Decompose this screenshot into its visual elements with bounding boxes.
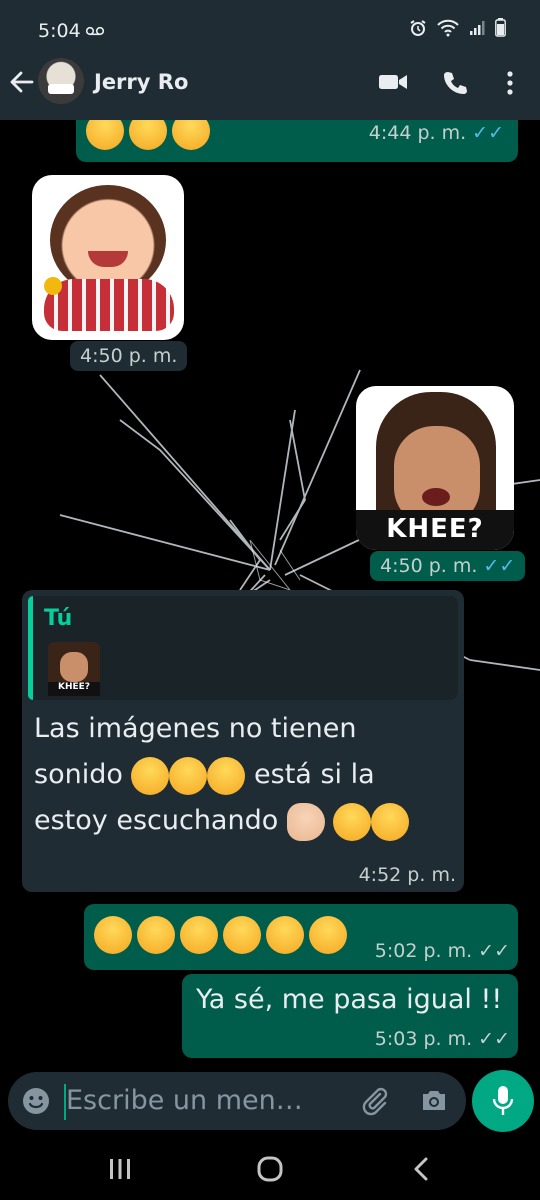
signal-icon [469,20,485,40]
status-time: 5:04 [38,20,81,42]
message-text-segment: está si la [254,759,375,790]
message-composer[interactable]: Escribe un men… [8,1072,466,1130]
sticker-caption: KHEE? [386,514,484,544]
message-time: 5:02 p. m. [374,940,473,962]
mic-button[interactable] [472,1070,534,1132]
rolling-on-floor-laughing-icon [371,802,410,841]
system-navbar [0,1138,540,1200]
message-text-line: Las imágenes no tienen [34,713,357,744]
rolling-on-floor-laughing-icon [266,916,305,954]
quoted-sticker-thumbnail: KHEE? [48,642,100,696]
alarm-icon [409,19,427,41]
kissing-face-with-heart-icon [86,120,124,150]
delivered-ticks-icon: ✓✓ [478,940,510,962]
quoted-sticker-caption: KHEE? [57,682,91,692]
read-ticks-icon: ✓✓ [472,122,504,144]
message-bubble-outgoing[interactable]: 4:44 p. m. ✓✓ [76,120,518,162]
kissing-face-with-heart-icon [172,120,211,150]
read-ticks-icon: ✓✓ [483,555,516,577]
message-meta: 4:50 p. m. ✓✓ [370,551,526,581]
rolling-on-floor-laughing-icon [309,916,348,954]
rolling-on-floor-laughing-icon [333,802,372,841]
emoji-row [86,120,211,150]
chat-header: Jerry Ro [0,48,540,120]
home-icon[interactable] [257,1156,283,1186]
quoted-author: Tú [44,606,73,631]
emoji-icon[interactable] [22,1087,50,1119]
message-text-line: estoy escuchando [34,798,410,844]
face-with-tears-of-joy-icon [131,756,170,795]
message-time: 5:03 p. m. [374,1028,473,1050]
sticker-girl[interactable] [32,175,184,340]
mic-icon [491,1085,515,1121]
message-input[interactable]: Escribe un men… [66,1085,303,1116]
camera-icon[interactable] [420,1087,448,1117]
message-meta: 4:44 p. m. ✓✓ [369,122,504,144]
delivered-ticks-icon: ✓✓ [478,1028,510,1050]
battery-icon [495,18,506,41]
face-with-tears-of-joy-icon [207,756,246,795]
voicemail-icon [85,24,105,40]
quoted-message[interactable]: Tú KHEE? [28,596,458,700]
message-bubble-outgoing[interactable]: Ya sé, me pasa igual !! 5:03 p. m. ✓✓ [182,974,518,1058]
ear-icon [286,802,325,841]
message-meta: 5:02 p. m. ✓✓ [375,940,510,962]
message-time: 4:50 p. m. [380,555,478,577]
message-time: 4:52 p. m. [358,864,456,886]
message-bubble-incoming[interactable]: Tú KHEE? Las imágenes no tienen sonido e… [22,590,464,892]
message-text-segment: sonido [34,759,123,790]
back-arrow-icon[interactable] [8,68,36,96]
chat-area[interactable]: 4:44 p. m. ✓✓ 4:50 p. m. KHEE? 4:50 p. m.… [0,120,540,1070]
message-meta: 5:03 p. m. ✓✓ [375,1028,510,1050]
contact-name[interactable]: Jerry Ro [94,70,188,94]
face-with-tears-of-joy-icon [169,756,208,795]
sticker-man-khee[interactable]: KHEE? [356,386,514,550]
message-time: 4:44 p. m. [368,122,467,144]
kissing-face-with-heart-icon [129,120,168,150]
rolling-on-floor-laughing-icon [137,916,176,954]
emoji-row [94,916,348,954]
attach-icon[interactable] [360,1086,390,1120]
phone-icon[interactable] [442,70,468,100]
wifi-icon [437,19,459,41]
avatar[interactable] [38,58,84,104]
status-bar: 5:04 [0,0,540,48]
message-text-segment: estoy escuchando [34,805,279,836]
rolling-on-floor-laughing-icon [94,916,132,954]
message-text: Las imágenes no tienen sonido está si la… [34,706,410,844]
message-bubble-outgoing[interactable]: 5:02 p. m. ✓✓ [84,904,518,970]
message-text: Ya sé, me pasa igual !! [196,984,503,1015]
rolling-on-floor-laughing-icon [223,916,262,954]
rolling-on-floor-laughing-icon [180,916,219,954]
back-icon[interactable] [412,1156,430,1186]
video-call-icon[interactable] [378,70,408,98]
recent-apps-icon[interactable] [108,1158,132,1184]
more-vert-icon[interactable] [504,70,516,100]
message-time: 4:50 p. m. [70,341,188,371]
message-text-line: sonido está si la [34,752,409,798]
